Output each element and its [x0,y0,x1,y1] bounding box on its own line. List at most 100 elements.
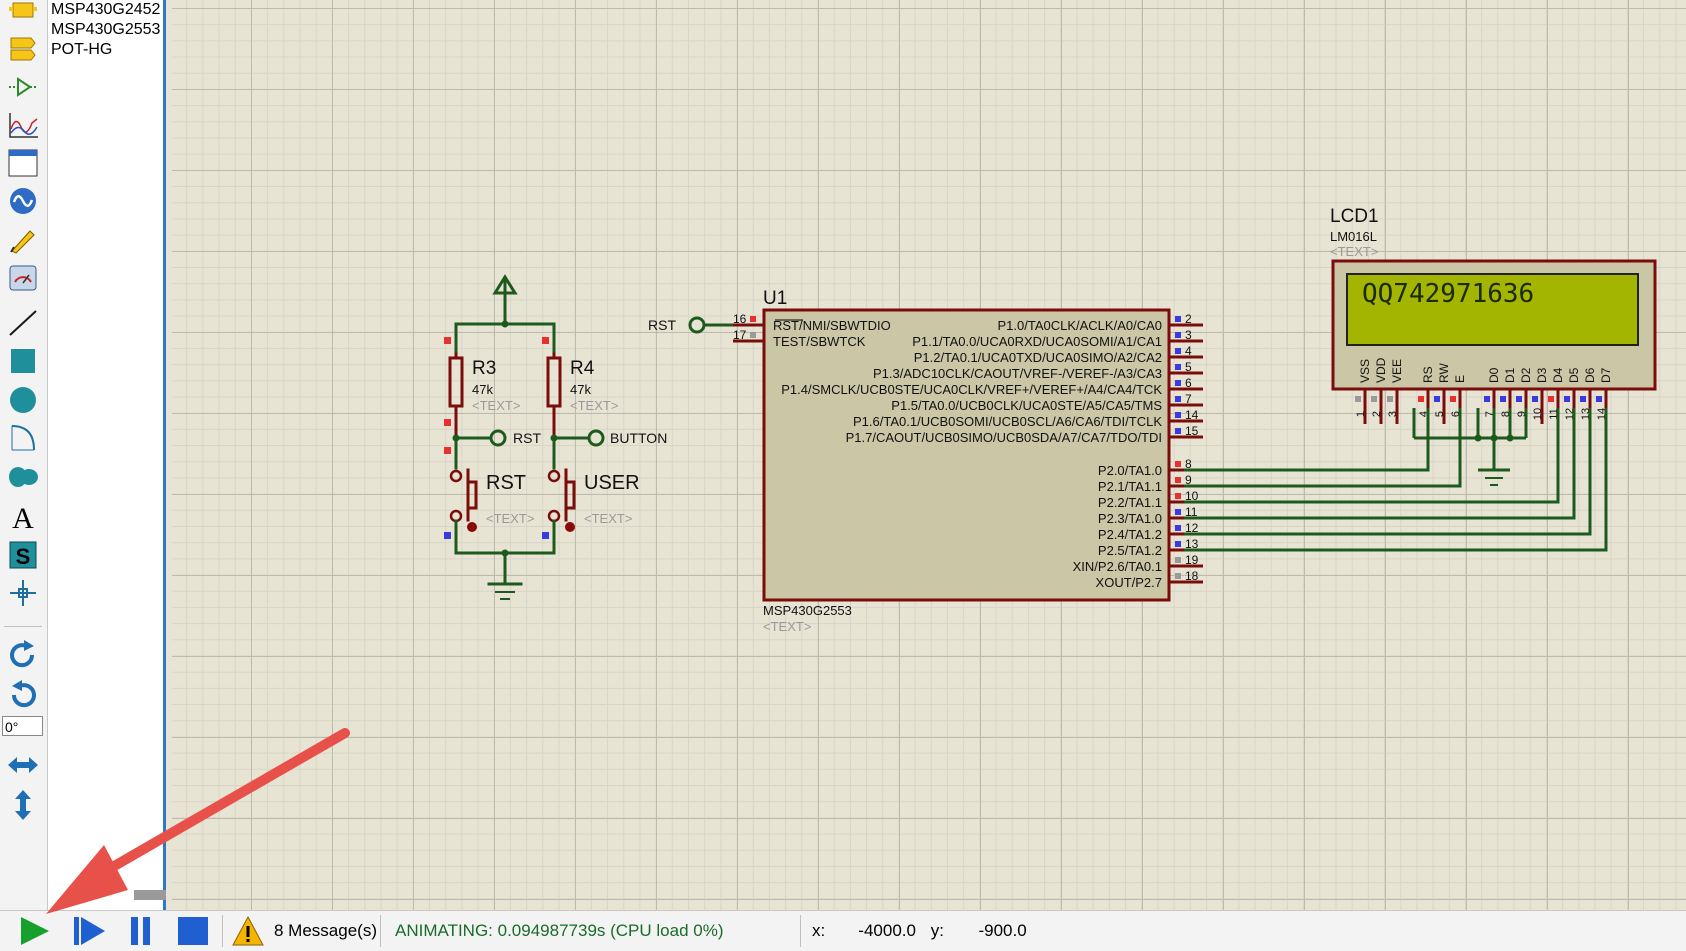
resistor-r3[interactable] [444,337,464,440]
lcd-pin-name: D7 [1599,367,1613,383]
pin-name: P2.0/TA1.0 [1098,463,1162,478]
r4-ref: R4 [570,358,595,379]
lcd-pin-name: VSS [1358,359,1372,383]
lcd1-part: LM016L [1330,229,1377,244]
pin-state-indicator [1175,573,1181,579]
pause-button[interactable] [120,914,160,948]
pin-state-indicator [1387,396,1393,402]
animation-status: ANIMATING: 0.094987739s (CPU load 0%) [395,921,724,940]
r4-text: <TEXT> [570,398,618,413]
u1-ref: U1 [763,288,787,309]
status-divider [222,915,223,947]
lcd-pin-name: RW [1437,363,1451,383]
pin-number: 16 [733,312,747,326]
pin-state-indicator [1596,396,1602,402]
pin-state-indicator [1175,332,1181,338]
resistor-r4[interactable] [542,337,562,440]
pin-state-indicator [1434,396,1440,402]
pin-state-indicator [1516,396,1522,402]
lcd1-ref: LCD1 [1330,206,1379,227]
pin-number: 6 [1185,376,1192,390]
messages-button[interactable] [228,914,268,948]
r4-value: 47k [570,382,591,397]
pin-state-indicator [1532,396,1538,402]
lcd-pin-name: VDD [1374,357,1388,383]
lcd-pin-name: D0 [1487,367,1501,383]
step-icon [74,917,105,945]
stop-icon [178,917,208,945]
pin-state-indicator [1484,396,1490,402]
pin-name: XIN/P2.6/TA0.1 [1073,559,1162,574]
lcd-pin-number: 2 [1371,411,1383,417]
pin-number: 4 [1185,344,1192,358]
u1-microcontroller[interactable]: 2 P1.0/TA0CLK/ACLK/A0/CA0 3 P1.1/TA0.0/UCA0… [688,308,1203,602]
lcd-pin-name: D6 [1583,367,1597,383]
pin-state-indicator [1500,396,1506,402]
warning-icon [232,915,264,946]
u1-text: <TEXT> [763,619,811,634]
pushbutton-rst[interactable] [444,447,478,539]
pin-number: 14 [1185,408,1199,422]
lcd-pin-number: 1 [1355,411,1367,417]
y-label: y: [930,921,944,940]
pin-name: P1.7/CAOUT/UCB0SIMO/UCB0SDA/A7/CA7/TDO/T… [846,430,1162,445]
pin-number: 19 [1185,553,1199,567]
ground-icon [1478,468,1510,486]
play-icon [21,917,49,945]
pin-name: P1.3/ADC10CLK/CAOUT/VREF-/VEREF-/A3/CA3 [873,366,1162,381]
pin-number: 7 [1185,392,1192,406]
pin-state-indicator [1175,380,1181,386]
pin-state-indicator [1175,525,1181,531]
pin-state-indicator [1175,557,1181,563]
pin-name: P2.4/TA1.2 [1098,527,1162,542]
pause-icon [131,917,150,945]
rst-terminal-icon [489,429,507,447]
play-button[interactable] [14,914,54,948]
lcd-pin-name: D1 [1503,367,1517,383]
u1-rst-terminal-label: RST [648,317,676,333]
user-button-ref: USER [584,472,640,494]
cursor-coordinates: x: -4000.0 y: -900.0 [812,911,1032,951]
pin-number: 18 [1185,569,1199,583]
pin-name: TEST/SBWTCK [773,334,866,349]
r3-value: 47k [472,382,493,397]
pin-name: XOUT/P2.7 [1096,575,1162,590]
u1-part: MSP430G2553 [763,603,852,618]
rst-button-text: <TEXT> [486,511,534,526]
schematic-drawing: R3 47k <TEXT> R4 47k <TEXT> RST BUTTON R… [444,206,1657,634]
pin-number: 17 [733,328,747,342]
messages-count[interactable]: 8 Message(s) [274,911,377,951]
pin-state-indicator [1175,428,1181,434]
pin-state-indicator [1175,541,1181,547]
pin-name: P2.1/TA1.1 [1098,479,1162,494]
pin-state-indicator [1175,493,1181,499]
pin-name: P2.2/TA1.1 [1098,495,1162,510]
pin-name: P1.1/TA0.0/UCA0RXD/UCA0SOMI/A1/CA1 [912,334,1162,349]
lcd-pin-name: RS [1421,366,1435,383]
button-circuit-labels: R3 47k <TEXT> R4 47k <TEXT> RST BUTTON R… [472,358,667,526]
step-button[interactable] [68,914,108,948]
lcd-pin-name: VEE [1390,359,1404,383]
lcd-wiring [1184,408,1608,552]
pin-state-indicator [1175,477,1181,483]
stop-button[interactable] [172,914,212,948]
x-label: x: [812,921,826,940]
lcd-pin-name: D2 [1519,367,1533,383]
button-terminal-icon [587,429,605,447]
pin-state-indicator [1175,348,1181,354]
pin-state-indicator [1175,316,1181,322]
y-value: -900.0 [978,921,1027,940]
lcd-pin-name: E [1453,375,1467,383]
lcd-pin-number: 3 [1387,411,1399,417]
pushbutton-user[interactable] [542,468,576,539]
rst-button-ref: RST [486,472,526,494]
pin-state-indicator [1175,461,1181,467]
pin-name: P2.3/TA1.0 [1098,511,1162,526]
pin-state-indicator [1418,396,1424,402]
pin-name: P1.6/TA0.1/UCB0SOMI/UCB0SCL/A6/CA6/TDI/T… [853,414,1162,429]
pin-number: 2 [1185,312,1192,326]
pin-state-indicator [1580,396,1586,402]
status-divider [380,915,381,947]
x-value: -4000.0 [858,921,916,940]
pin-state-indicator [1175,412,1181,418]
